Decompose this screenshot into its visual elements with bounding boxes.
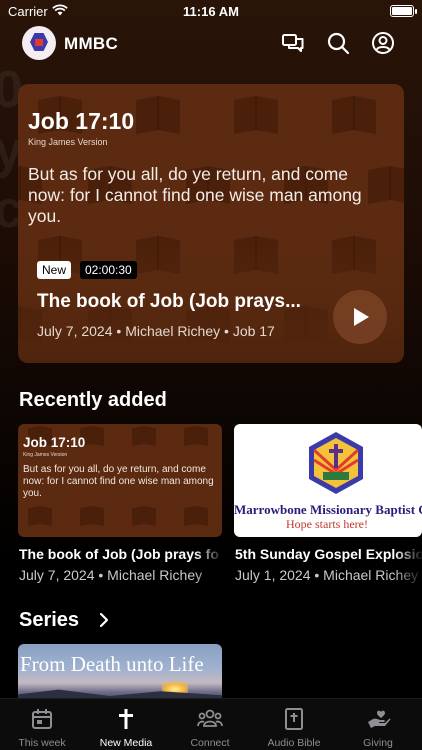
series-thumbnail[interactable]: From Death unto Life [18,644,222,704]
thumb-tagline: Hope starts here! [286,517,368,531]
cross-icon [119,709,133,729]
tab-giving[interactable]: Giving [336,699,420,750]
media-thumbnail-gospel-explosion[interactable]: Marrowbone Missionary Baptist Chu Hope s… [234,424,422,537]
text-fade [394,540,422,590]
thumb-verse-text: But as for you all, do ye return, and co… [23,464,214,499]
calendar-icon [32,709,52,729]
app-header: MMBC [0,26,422,62]
duration-badge: 02:00:30 [80,261,137,279]
media-thumbnail-job[interactable]: Job 17:10 King James Version But as for … [18,424,222,537]
tab-label: This week [18,737,66,749]
giving-hand-icon [368,710,391,728]
series-title: From Death unto Life [20,652,204,676]
verse-text: But as for you all, do ye return, and co… [28,164,362,226]
tab-label: Connect [190,737,230,749]
chat-icon[interactable] [280,30,306,56]
tab-audio-bible[interactable]: Audio Bible [252,699,336,750]
tab-connect[interactable]: Connect [168,699,252,750]
featured-title: The book of Job (Job prays... [37,291,301,312]
clock: 11:16 AM [183,4,239,19]
bible-icon [285,708,303,730]
status-bar: Carrier 11:16 AM [0,0,422,24]
chevron-right-icon[interactable] [98,612,110,628]
battery-tip [415,9,417,14]
tab-label: New Media [99,737,153,749]
play-icon [354,308,369,326]
tab-bar: This week New Media Connect Audio Bible … [0,698,422,750]
featured-date: July 7, 2024 [37,323,113,339]
featured-media-card[interactable]: Job 17:10 King James Version But as for … [18,84,404,363]
people-icon [197,709,223,727]
tab-new-media[interactable]: New Media [84,699,168,750]
thumb-verse-reference: Job 17:10 [23,435,86,450]
tab-label: Giving [363,737,393,749]
media-title[interactable]: The book of Job (Job prays fo [19,546,222,562]
text-fade [194,540,224,590]
meta-separator: • [224,323,229,339]
tab-this-week[interactable]: This week [0,699,84,750]
thumb-bible-version: King James Version [23,452,68,458]
church-emblem [309,432,363,494]
verse-reference: Job 17:10 [28,108,135,134]
account-icon[interactable] [370,30,396,56]
featured-series: Job 17 [232,323,275,339]
featured-speaker: Michael Richey [125,323,221,339]
new-badge: New [37,261,72,279]
recently-added-heading: Recently added [19,389,167,411]
featured-meta: July 7, 2024 • Michael Richey • Job 17 [37,323,275,339]
church-logo[interactable] [22,26,56,60]
media-meta: July 7, 2024 • Michael Richey [19,567,203,583]
play-button[interactable] [333,290,387,344]
battery-icon [390,5,414,17]
thumb-church-name: Marrowbone Missionary Baptist Chu [234,502,422,517]
search-icon[interactable] [325,30,351,56]
series-heading[interactable]: Series [19,609,79,632]
meta-separator: • [116,323,122,339]
bible-version: King James Version [28,137,108,147]
tab-label: Audio Bible [267,737,321,749]
app-title: MMBC [64,34,119,53]
